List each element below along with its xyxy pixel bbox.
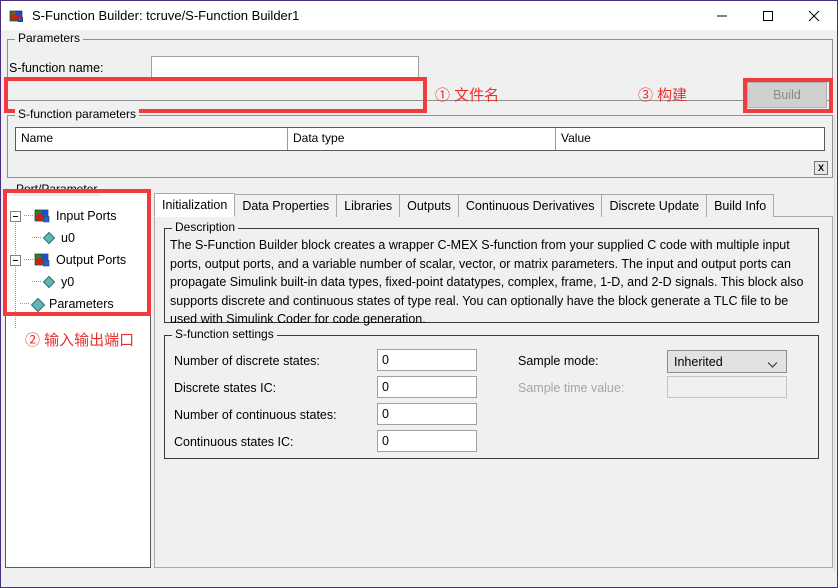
tree-label-input-ports: Input Ports <box>56 209 116 223</box>
tab-initialization[interactable]: Initialization <box>154 193 235 217</box>
tab-discrete-update[interactable]: Discrete Update <box>601 194 707 217</box>
tree-item-u0[interactable]: u0 <box>10 227 150 249</box>
minimize-icon[interactable] <box>699 1 745 30</box>
description-group: Description The S-Function Builder block… <box>164 228 819 323</box>
sfunction-parameters-legend: S-function parameters <box>15 108 139 121</box>
sfunction-name-input[interactable] <box>151 56 419 79</box>
tab-outputs[interactable]: Outputs <box>399 194 459 217</box>
label-continuous-states-ic: Continuous states IC: <box>174 435 294 449</box>
label-sample-mode: Sample mode: <box>518 354 599 368</box>
column-header-data-type[interactable]: Data type <box>288 128 556 150</box>
build-button[interactable]: Build <box>747 82 827 108</box>
tree-item-output-ports[interactable]: Output Ports <box>10 249 150 271</box>
tree-connector <box>24 215 33 217</box>
sfunction-settings-group: S-function settings Number of discrete s… <box>164 335 819 459</box>
port-folder-icon <box>34 209 51 224</box>
port-parameter-legend: Port/Parameter <box>13 183 100 196</box>
port-folder-icon <box>34 253 51 268</box>
annotation-label-three: ③ 构建 <box>638 84 687 105</box>
maximize-icon[interactable] <box>745 1 791 30</box>
sfunction-parameters-group: S-function parameters Name Data type Val… <box>7 115 833 178</box>
window-controls <box>699 1 837 30</box>
tree-label-y0: y0 <box>61 275 74 289</box>
close-icon[interactable] <box>791 1 837 30</box>
input-number-discrete-states[interactable] <box>377 349 477 371</box>
description-text: The S-Function Builder block creates a w… <box>170 236 815 329</box>
annotation-label-two: ② 输入输出端口 <box>25 329 134 350</box>
window-title: S-Function Builder: tcruve/S-Function Bu… <box>32 8 299 23</box>
parameters-group: Parameters <box>7 39 833 101</box>
tree-item-parameters[interactable]: Parameters <box>10 293 150 315</box>
parameters-group-legend: Parameters <box>15 32 83 45</box>
tree-connector <box>32 281 41 283</box>
label-discrete-states-ic: Discrete states IC: <box>174 381 276 395</box>
sfunction-builder-window: S-Function Builder: tcruve/S-Function Bu… <box>0 0 838 588</box>
column-header-name[interactable]: Name <box>16 128 288 150</box>
collapse-icon[interactable] <box>10 255 21 266</box>
tab-panel: Initialization Data Properties Libraries… <box>154 193 833 568</box>
tree-label-output-ports: Output Ports <box>56 253 126 267</box>
tree-connector <box>20 303 29 305</box>
tab-build-info[interactable]: Build Info <box>706 194 774 217</box>
signal-diamond-icon <box>42 275 56 289</box>
input-number-continuous-states[interactable] <box>377 403 477 425</box>
tree-connector <box>24 259 33 261</box>
sfunction-settings-legend: S-function settings <box>172 328 277 341</box>
sample-mode-dropdown[interactable]: Inherited <box>667 350 787 373</box>
tree-item-input-ports[interactable]: Input Ports <box>10 205 150 227</box>
tab-libraries[interactable]: Libraries <box>336 194 400 217</box>
client-area: Parameters S-function name: Build ① 文件名 … <box>1 30 837 587</box>
tree-item-y0[interactable]: y0 <box>10 271 150 293</box>
tree-label-u0: u0 <box>61 231 75 245</box>
tab-strip: Initialization Data Properties Libraries… <box>154 193 833 217</box>
parameters-table-header: Name Data type Value <box>15 127 825 151</box>
tab-continuous-derivatives[interactable]: Continuous Derivatives <box>458 194 603 217</box>
label-sample-time-value: Sample time value: <box>518 381 624 395</box>
tree-label-parameters: Parameters <box>49 297 114 311</box>
column-header-value[interactable]: Value <box>556 128 824 150</box>
sample-mode-value: Inherited <box>674 355 723 369</box>
annotation-label-one: ① 文件名 <box>435 84 499 105</box>
port-parameter-tree: Input Ports u0 <box>10 205 150 315</box>
collapse-icon[interactable] <box>10 211 21 222</box>
tree-connector <box>32 237 41 239</box>
tab-data-properties[interactable]: Data Properties <box>234 194 337 217</box>
input-sample-time-value <box>667 376 787 398</box>
label-number-continuous-states: Number of continuous states: <box>174 408 337 422</box>
input-continuous-states-ic[interactable] <box>377 430 477 452</box>
chevron-down-icon <box>767 358 778 372</box>
label-number-discrete-states: Number of discrete states: <box>174 354 320 368</box>
sfunction-name-label: S-function name: <box>9 61 104 75</box>
input-discrete-states-ic[interactable] <box>377 376 477 398</box>
simulink-block-icon <box>9 8 25 24</box>
port-parameter-panel: Port/Parameter Input Por <box>5 190 151 568</box>
signal-diamond-icon <box>42 231 56 245</box>
tab-body-initialization: Description The S-Function Builder block… <box>154 216 833 568</box>
close-icon-table[interactable]: X <box>814 161 828 175</box>
left-edge-filler <box>1 180 4 570</box>
title-bar: S-Function Builder: tcruve/S-Function Bu… <box>1 1 837 30</box>
right-edge-filler <box>834 115 837 570</box>
description-legend: Description <box>172 221 238 234</box>
signal-diamond-icon <box>30 297 44 311</box>
